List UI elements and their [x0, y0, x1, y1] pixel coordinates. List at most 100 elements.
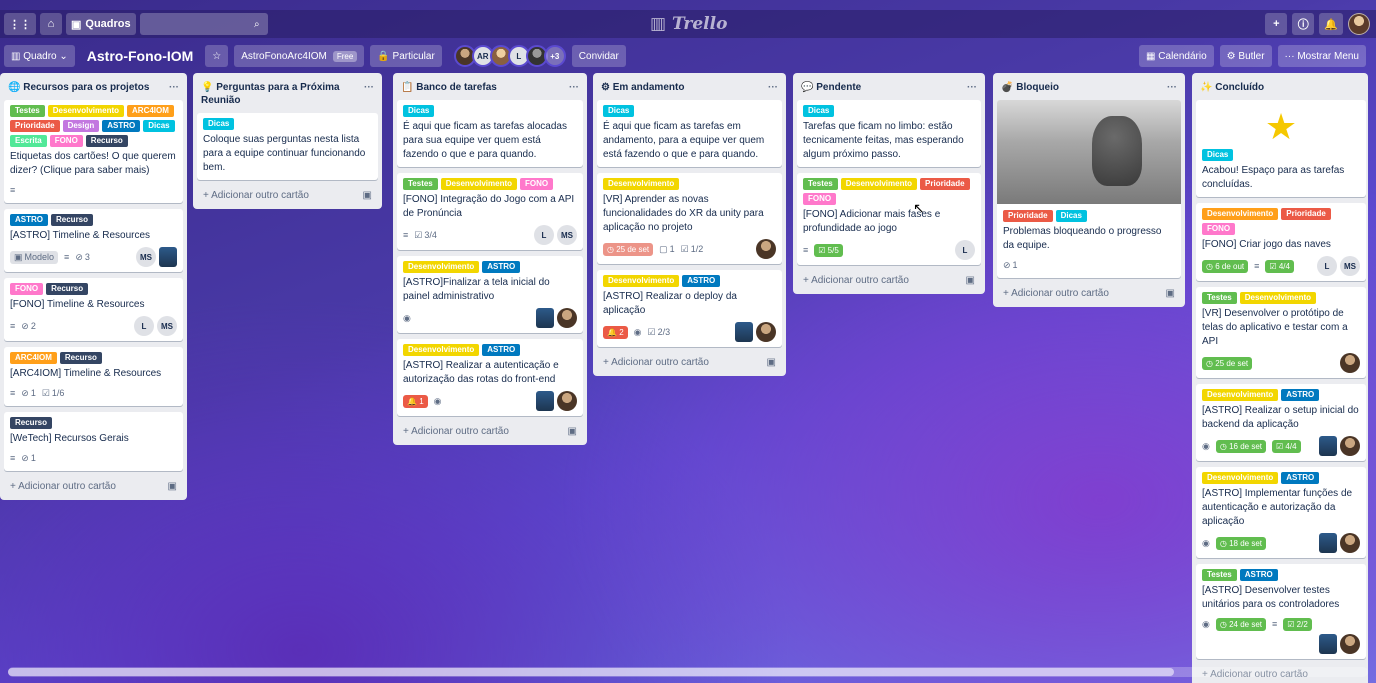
member-avatar[interactable] — [1319, 634, 1337, 654]
card-wetech-recursos[interactable]: Recurso [WeTech] Recursos Gerais ≡ ⊘ 1 — [4, 412, 183, 471]
due-date-badge[interactable]: ◷ 16 de set — [1215, 439, 1266, 453]
member-initials[interactable]: L — [134, 316, 154, 336]
member-avatar[interactable] — [536, 391, 554, 411]
template-icon[interactable]: ▣ — [363, 190, 372, 201]
trello-logo[interactable]: ▥ Trello — [650, 14, 727, 34]
template-icon[interactable]: ▣ — [1166, 288, 1175, 299]
template-icon[interactable]: ▣ — [767, 357, 776, 368]
add-card-button[interactable]: + Adicionar outro cartão ▣ — [197, 186, 378, 205]
due-date-badge[interactable]: ◷ 24 de set — [1215, 617, 1266, 631]
boards-button[interactable]: ▣ Quadros — [66, 13, 136, 35]
card-astro-setup-backend[interactable]: Desenvolvimento ASTRO [ASTRO] Realizar o … — [1196, 384, 1366, 461]
visibility-button[interactable]: 🔒 Particular — [370, 45, 442, 67]
due-date-badge[interactable]: ◷ 25 de set — [603, 242, 654, 256]
due-date-badge[interactable]: ◷ 25 de set — [1202, 356, 1253, 370]
invite-button[interactable]: Convidar — [571, 45, 626, 67]
card-labels-guide[interactable]: Testes Desenvolvimento ARC4IOM Prioridad… — [4, 100, 183, 203]
add-card-button[interactable]: + Adicionar outro cartão ▣ — [4, 477, 183, 496]
horizontal-scrollbar-thumb[interactable] — [8, 668, 1174, 676]
card-fono-timeline[interactable]: FONO Recurso [FONO] Timeline & Resources … — [4, 278, 183, 341]
label-recurso: Recurso — [85, 135, 128, 147]
star-board-button[interactable]: ☆ — [205, 45, 229, 67]
home-icon[interactable]: ⌂ — [40, 13, 62, 35]
card-vr-xr[interactable]: Desenvolvimento [VR] Aprender as novas f… — [597, 173, 782, 264]
template-icon[interactable]: ▣ — [168, 481, 177, 492]
member-initials[interactable]: L — [1317, 256, 1337, 276]
add-card-button[interactable]: + Adicionar outro cartão ▣ — [797, 271, 981, 290]
card-pendente-dicas[interactable]: Dicas Tarefas que ficam no limbo: estão … — [797, 100, 981, 167]
card-arc4iom-timeline[interactable]: ARC4IOM Recurso [ARC4IOM] Timeline & Reso… — [4, 347, 183, 406]
member-avatar[interactable] — [557, 308, 577, 328]
member-avatar[interactable] — [557, 391, 577, 411]
calendar-button[interactable]: ▦ Calendário — [1139, 45, 1214, 67]
info-icon[interactable]: ⓘ — [1292, 13, 1315, 35]
member-initials[interactable]: L — [955, 240, 975, 260]
member-avatar[interactable] — [1340, 436, 1360, 456]
checklist-complete-badge: ☑ 4/4 — [1265, 259, 1294, 273]
template-icon[interactable]: ▣ — [568, 426, 577, 437]
member-avatar[interactable] — [756, 239, 776, 259]
card-vr-prototipo[interactable]: Testes Desenvolvimento [VR] Desenvolver o… — [1196, 287, 1366, 378]
member-avatar[interactable] — [756, 322, 776, 342]
add-card-button[interactable]: + Adicionar outro cartão ▣ — [397, 422, 583, 441]
list-menu-icon[interactable]: ··· — [169, 81, 179, 94]
member-initials[interactable]: MS — [136, 247, 156, 267]
board-view-switcher[interactable]: ▥ Quadro ⌄ — [4, 45, 75, 67]
card-perguntas-dicas[interactable]: Dicas Coloque suas perguntas nesta lista… — [197, 113, 378, 180]
workspace-button[interactable]: AstroFonoArc4IOM Free — [234, 45, 365, 67]
member-avatar[interactable] — [1340, 533, 1360, 553]
list-title[interactable]: ⚙ Em andamento — [601, 81, 684, 94]
apps-grid-icon[interactable]: ⋮⋮ — [4, 13, 36, 35]
list-menu-icon[interactable]: ··· — [569, 81, 579, 94]
member-avatar[interactable] — [1340, 353, 1360, 373]
list-title[interactable]: ✨ Concluído — [1200, 81, 1264, 94]
list-menu-icon[interactable]: ··· — [768, 81, 778, 94]
card-astro-autenticacao-front[interactable]: Desenvolvimento ASTRO [ASTRO] Realizar a … — [397, 339, 583, 416]
list-title[interactable]: 💡 Perguntas para a Próxima Reunião — [201, 81, 364, 107]
watch-eye-icon: ◉ — [433, 395, 442, 406]
card-fono-naves[interactable]: Desenvolvimento Prioridade FONO [FONO] Cri… — [1196, 203, 1366, 281]
card-fono-fases[interactable]: Testes Desenvolvimento Prioridade FONO [FON… — [797, 173, 981, 265]
member-avatar[interactable] — [536, 308, 554, 328]
notifications-bell-icon[interactable]: 🔔 — [1319, 13, 1343, 35]
list-title[interactable]: 💣 Bloqueio — [1001, 81, 1059, 94]
card-astro-testes-unitarios[interactable]: Testes ASTRO [ASTRO] Desenvolver testes u… — [1196, 564, 1366, 659]
member-avatar[interactable] — [1340, 634, 1360, 654]
show-menu-button[interactable]: ··· Mostrar Menu — [1277, 45, 1366, 67]
create-plus-icon[interactable]: + — [1265, 13, 1288, 35]
member-avatar[interactable] — [1319, 533, 1337, 553]
card-astro-deploy[interactable]: Desenvolvimento ASTRO [ASTRO] Realizar o … — [597, 270, 782, 347]
member-avatar[interactable] — [1319, 436, 1337, 456]
member-avatar[interactable] — [735, 322, 753, 342]
more-members[interactable]: +3 — [543, 45, 566, 67]
search-input[interactable]: ⌕ — [139, 13, 268, 35]
template-icon[interactable]: ▣ — [966, 275, 975, 286]
card-fono-integracao[interactable]: Testes Desenvolvimento FONO [FONO] Integra… — [397, 173, 583, 250]
list-title[interactable]: 📋 Banco de tarefas — [401, 81, 497, 94]
add-card-button[interactable]: + Adicionar outro cartão ▣ — [597, 353, 782, 372]
butler-button[interactable]: ⚙ Butler — [1219, 45, 1272, 67]
card-astro-autenticacao[interactable]: Desenvolvimento ASTRO [ASTRO] Implementar… — [1196, 467, 1366, 558]
card-astro-tela-inicial[interactable]: Desenvolvimento ASTRO [ASTRO]Finalizar a … — [397, 256, 583, 333]
card-bloqueio-problemas[interactable]: Prioridade Dicas Problemas bloqueando o p… — [997, 100, 1181, 278]
list-perguntas: 💡 Perguntas para a Próxima Reunião ··· Di… — [193, 73, 382, 209]
card-concluido-dicas[interactable]: ★ Dicas Acabou! Espaço para as tarefas c… — [1196, 100, 1366, 197]
member-initials[interactable]: MS — [1340, 256, 1360, 276]
list-title[interactable]: 💬 Pendente — [801, 81, 861, 94]
due-date-badge[interactable]: ◷ 18 de set — [1215, 536, 1266, 550]
due-date-badge[interactable]: ◷ 6 de out — [1202, 259, 1249, 273]
member-initials[interactable]: MS — [157, 316, 177, 336]
board-title[interactable]: Astro-Fono-IOM — [81, 48, 200, 64]
list-menu-icon[interactable]: ··· — [967, 81, 977, 94]
list-title[interactable]: 🌐 Recursos para os projetos — [8, 81, 149, 94]
card-andamento-dicas[interactable]: Dicas É aqui que ficam as tarefas em and… — [597, 100, 782, 167]
list-menu-icon[interactable]: ··· — [1167, 81, 1177, 94]
list-menu-icon[interactable]: ··· — [364, 81, 374, 107]
member-initials[interactable]: L — [534, 225, 554, 245]
member-initials[interactable]: MS — [557, 225, 577, 245]
member-avatar[interactable] — [159, 247, 177, 267]
user-avatar[interactable] — [1348, 13, 1370, 35]
card-banco-dicas[interactable]: Dicas É aqui que ficam as tarefas alocad… — [397, 100, 583, 167]
add-card-button[interactable]: + Adicionar outro cartão ▣ — [997, 284, 1181, 303]
card-astro-timeline[interactable]: ASTRO Recurso [ASTRO] Timeline & Resource… — [4, 209, 183, 272]
